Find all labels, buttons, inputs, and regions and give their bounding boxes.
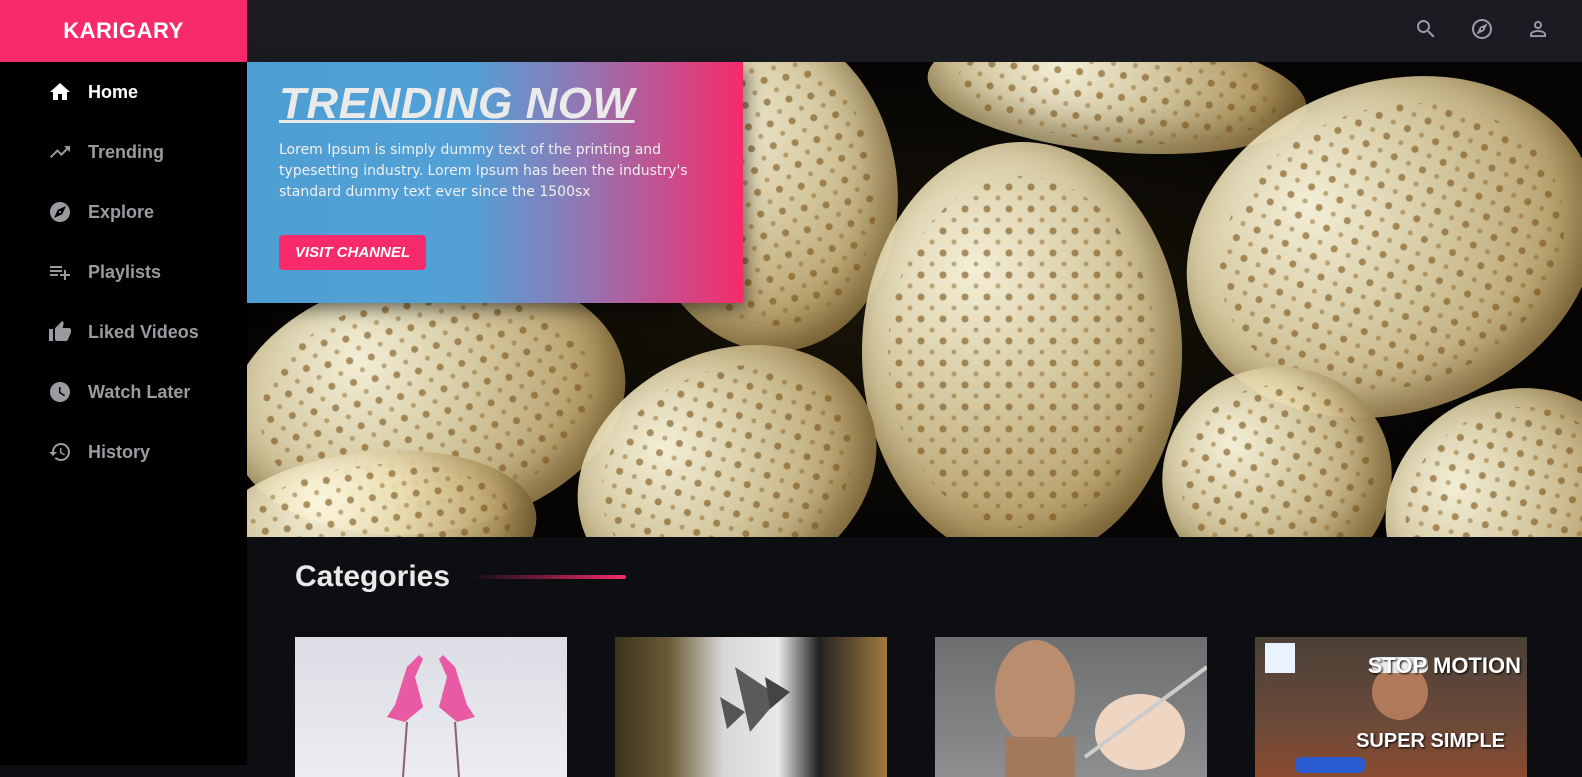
compass-icon[interactable] (1470, 17, 1494, 41)
sidebar-item-label: History (88, 441, 151, 462)
carved-egg (862, 142, 1182, 537)
sidebar-item-label: Watch Later (88, 381, 191, 402)
thumb-up-icon (48, 320, 72, 344)
brand-logo[interactable]: KARIGARY (0, 0, 247, 62)
sidebar-item-label: Playlists (88, 261, 162, 282)
heading-underline (470, 575, 627, 579)
sidebar-item-trending[interactable]: Trending (0, 122, 247, 182)
categories-heading: Categories (295, 560, 627, 594)
history-icon (48, 440, 72, 464)
sidebar-item-label: Home (88, 81, 139, 102)
category-thumbnail-clay-sculpting[interactable] (935, 637, 1207, 777)
origami-flamingos-image (387, 655, 475, 777)
search-icon[interactable] (1414, 17, 1438, 41)
categories-section: Categories (295, 560, 627, 594)
trending-description: Lorem Ipsum is simply dummy text of the … (279, 142, 688, 200)
trending-title: TRENDING NOW (279, 79, 635, 128)
categories-heading-text: Categories (295, 560, 451, 593)
clay-bust-image (995, 640, 1207, 777)
top-bar (247, 0, 1582, 62)
home-icon (48, 80, 72, 104)
sidebar-item-label: Explore (88, 201, 155, 222)
clock-icon (48, 380, 72, 404)
stop-motion-title: STOP MOTION (1367, 653, 1521, 678)
sidebar-item-watch-later[interactable]: Watch Later (0, 362, 247, 422)
sidebar-nav: Home Trending Explore Playlists Liked Vi… (0, 62, 247, 482)
compass-icon (48, 200, 72, 224)
trending-up-icon (48, 140, 72, 164)
category-thumbnail-stop-motion[interactable]: STOP MOTION SUPER SIMPLE (1255, 637, 1527, 777)
sidebar-item-label: Trending (88, 141, 164, 162)
user-icon[interactable] (1526, 17, 1550, 41)
sidebar-item-label: Liked Videos (88, 321, 199, 342)
category-thumbnail-paper-sculpture[interactable] (615, 637, 887, 777)
visit-channel-button[interactable]: VISIT CHANNEL (279, 235, 427, 270)
trending-promo-card: TRENDING NOW Lorem Ipsum is simply dummy… (247, 62, 743, 303)
sidebar: KARIGARY Home Trending Explore Playlists (0, 0, 247, 765)
sidebar-item-explore[interactable]: Explore (0, 182, 247, 242)
sidebar-item-home[interactable]: Home (0, 62, 247, 122)
category-thumbnail-origami[interactable] (295, 637, 567, 777)
category-thumbnails: STOP MOTION SUPER SIMPLE (295, 637, 1527, 777)
playlist-add-icon (48, 260, 72, 284)
sidebar-item-playlists[interactable]: Playlists (0, 242, 247, 302)
top-bar-actions (1414, 17, 1550, 41)
paper-sculpture-image (720, 667, 790, 732)
sidebar-item-liked-videos[interactable]: Liked Videos (0, 302, 247, 362)
sidebar-item-history[interactable]: History (0, 422, 247, 482)
stop-motion-subtitle: SUPER SIMPLE (1356, 730, 1505, 752)
